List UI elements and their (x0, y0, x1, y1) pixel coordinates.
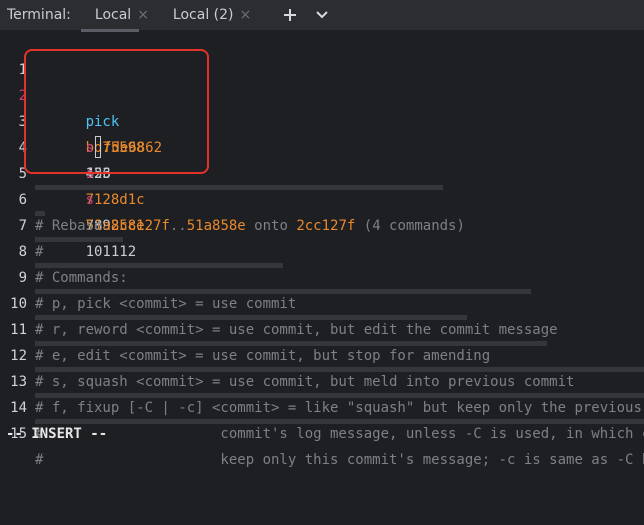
chevron-down-icon[interactable] (311, 4, 333, 26)
editor-line: 12 # s, squash <commit> = use commit, bu… (0, 317, 644, 390)
editor-line: 13 # f, fixup [-C | -c] <commit> = like … (0, 343, 644, 416)
editor[interactable]: 1 pick bd75598 123 2 s fde6862 456 3 s 71… (0, 31, 644, 468)
tab-label: Local (2) (172, 7, 234, 23)
vim-mode-status: -- INSERT -- (0, 423, 644, 445)
editor-line: 7 # (0, 187, 644, 260)
terminal-tab-bar: Terminal: Local × Local (2) × (0, 0, 644, 32)
tab-local-2[interactable]: Local (2) × (167, 0, 257, 30)
tab-local[interactable]: Local × (80, 0, 155, 32)
close-icon[interactable]: × (137, 7, 149, 23)
editor-line: 14 # commit's log message, unless -C is … (0, 369, 644, 442)
editor-line: 9 # p, pick <commit> = use commit (0, 239, 644, 312)
editor-line: 15 # keep only this commit's message; -c… (0, 395, 644, 468)
comment-text: # keep only this commit's message; -c is… (35, 452, 644, 468)
tab-label: Local (94, 7, 132, 23)
editor-line: 11 # e, edit <commit> = use commit, but … (0, 291, 644, 364)
editor-line: 10 # r, reword <commit> = use commit, bu… (0, 265, 644, 338)
close-icon[interactable]: × (240, 7, 252, 23)
highlight-box (24, 49, 209, 174)
plus-icon[interactable] (279, 4, 301, 26)
editor-line: 8 # Commands: (0, 213, 644, 286)
terminal-title: Terminal: (7, 7, 71, 23)
insert-mode-label: -- INSERT -- (6, 426, 108, 442)
